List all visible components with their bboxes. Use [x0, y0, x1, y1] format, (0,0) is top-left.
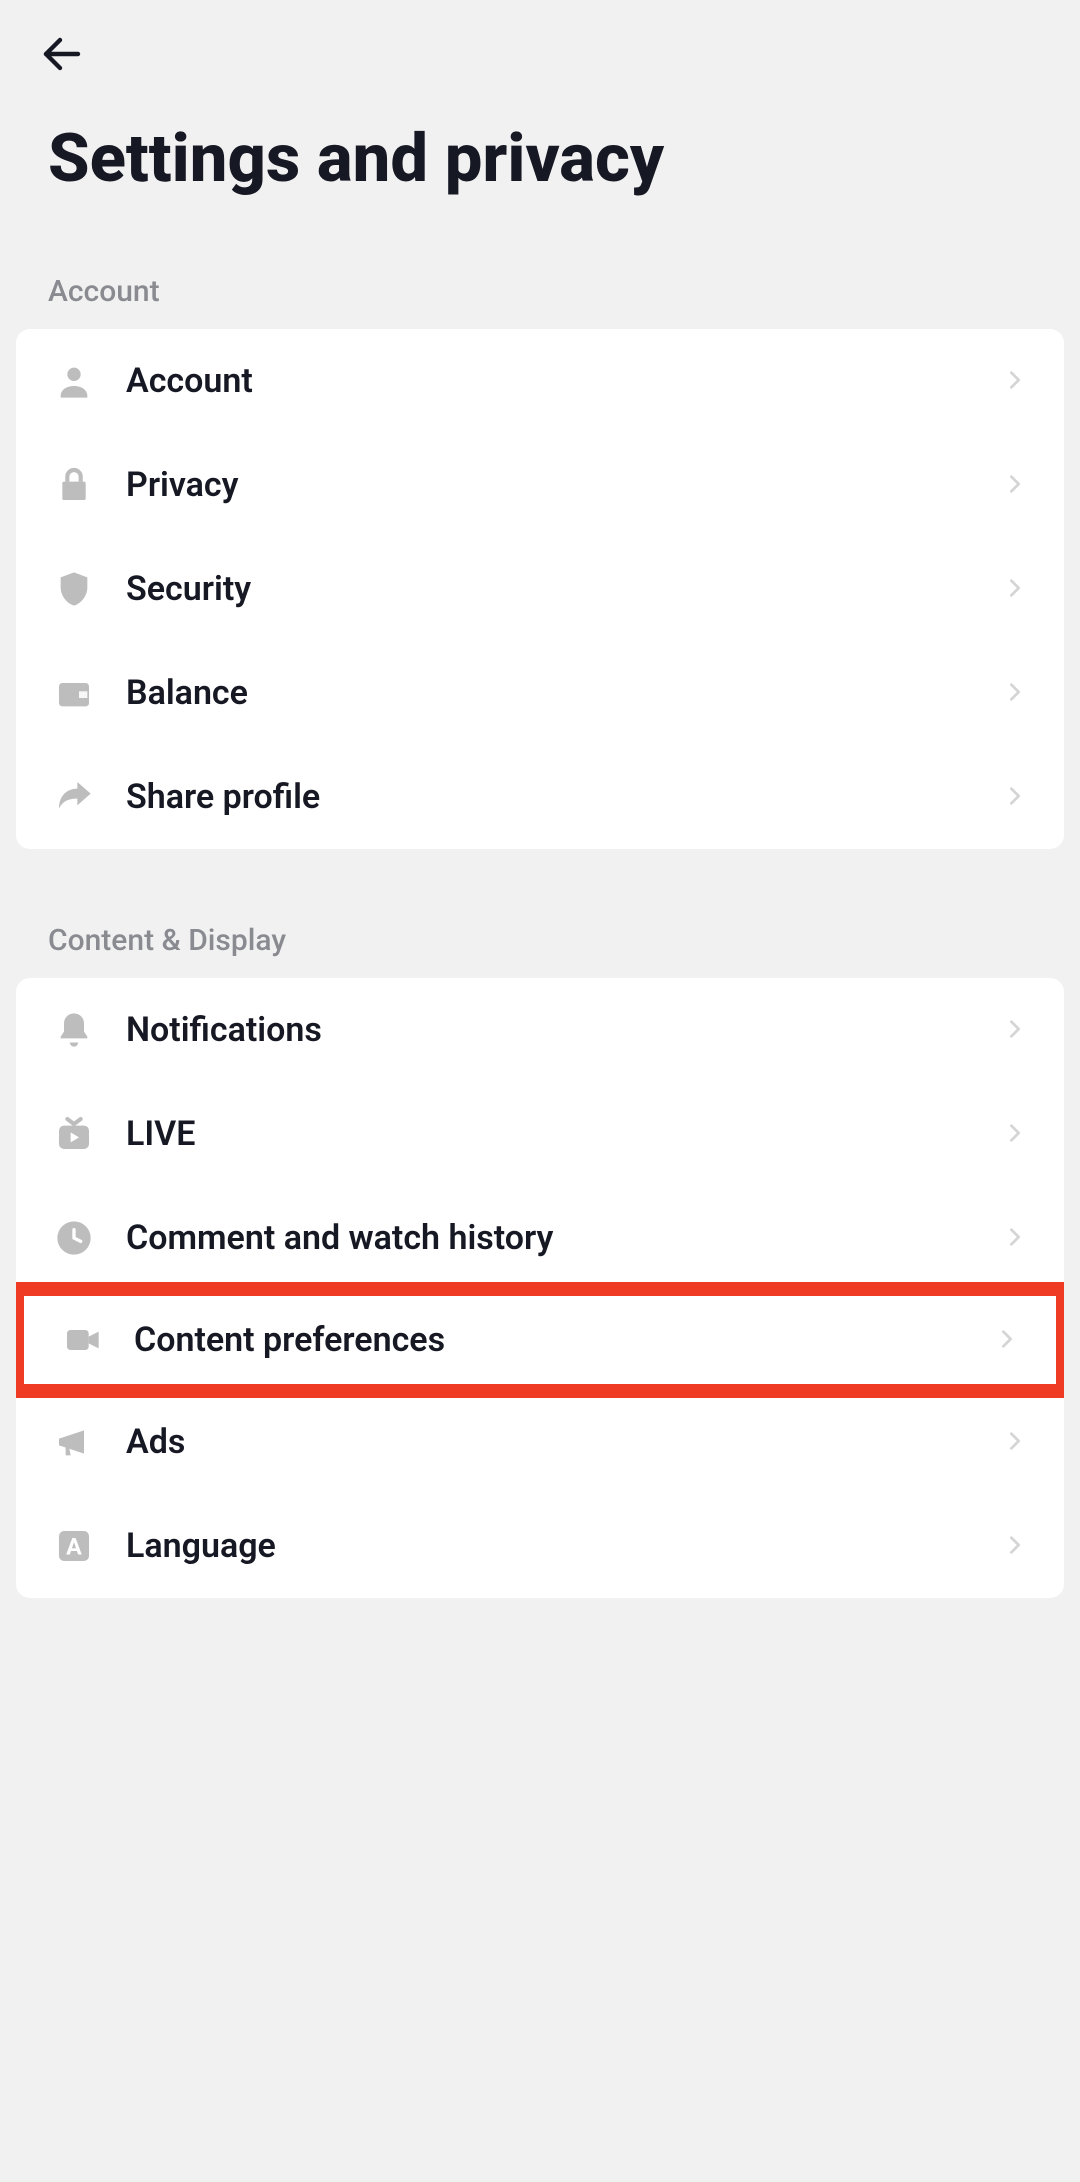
language-icon: A — [52, 1524, 96, 1568]
list-item-label: Comment and watch history — [126, 1218, 1004, 1258]
back-arrow-icon — [38, 30, 86, 78]
chevron-right-icon — [1004, 1122, 1028, 1146]
bell-icon — [52, 1008, 96, 1052]
chevron-right-icon — [1004, 1018, 1028, 1042]
list-item-account[interactable]: Account — [16, 329, 1064, 433]
page-title: Settings and privacy — [0, 84, 1080, 250]
list-item-label: Account — [126, 361, 1004, 401]
list-item-security[interactable]: Security — [16, 537, 1064, 641]
chevron-right-icon — [1004, 1534, 1028, 1558]
wallet-icon — [52, 671, 96, 715]
list-item-label: Privacy — [126, 465, 1004, 505]
list-item-privacy[interactable]: Privacy — [16, 433, 1064, 537]
clock-icon — [52, 1216, 96, 1260]
account-card: Account Privacy Security Balance Share p… — [16, 329, 1064, 849]
chevron-right-icon — [1004, 473, 1028, 497]
chevron-right-icon — [1004, 369, 1028, 393]
video-icon — [60, 1318, 104, 1362]
list-item-language[interactable]: A Language — [16, 1494, 1064, 1598]
section-header-content-display: Content & Display — [0, 899, 1080, 978]
person-icon — [52, 359, 96, 403]
svg-text:A: A — [66, 1532, 82, 1560]
list-item-ads[interactable]: Ads — [16, 1390, 1064, 1494]
list-item-balance[interactable]: Balance — [16, 641, 1064, 745]
list-item-label: Balance — [126, 673, 1004, 713]
list-item-label: Share profile — [126, 777, 1004, 817]
chevron-right-icon — [996, 1328, 1020, 1352]
chevron-right-icon — [1004, 785, 1028, 809]
section-header-account: Account — [0, 250, 1080, 329]
content-display-card: Notifications LIVE Comment and watch his… — [16, 978, 1064, 1598]
list-item-label: LIVE — [126, 1114, 1004, 1154]
back-button[interactable] — [38, 24, 98, 84]
list-item-notifications[interactable]: Notifications — [16, 978, 1064, 1082]
list-item-label: Content preferences — [134, 1320, 996, 1360]
highlight-content-preferences: Content preferences — [16, 1282, 1064, 1398]
list-item-comment-watch-history[interactable]: Comment and watch history — [16, 1186, 1064, 1290]
chevron-right-icon — [1004, 1430, 1028, 1454]
chevron-right-icon — [1004, 577, 1028, 601]
list-item-label: Ads — [126, 1422, 1004, 1462]
share-icon — [52, 775, 96, 819]
list-item-label: Notifications — [126, 1010, 1004, 1050]
chevron-right-icon — [1004, 681, 1028, 705]
tv-icon — [52, 1112, 96, 1156]
shield-icon — [52, 567, 96, 611]
list-item-label: Language — [126, 1526, 1004, 1566]
megaphone-icon — [52, 1420, 96, 1464]
list-item-live[interactable]: LIVE — [16, 1082, 1064, 1186]
list-item-content-preferences[interactable]: Content preferences — [24, 1296, 1056, 1384]
chevron-right-icon — [1004, 1226, 1028, 1250]
list-item-label: Security — [126, 569, 1004, 609]
lock-icon — [52, 463, 96, 507]
list-item-share-profile[interactable]: Share profile — [16, 745, 1064, 849]
